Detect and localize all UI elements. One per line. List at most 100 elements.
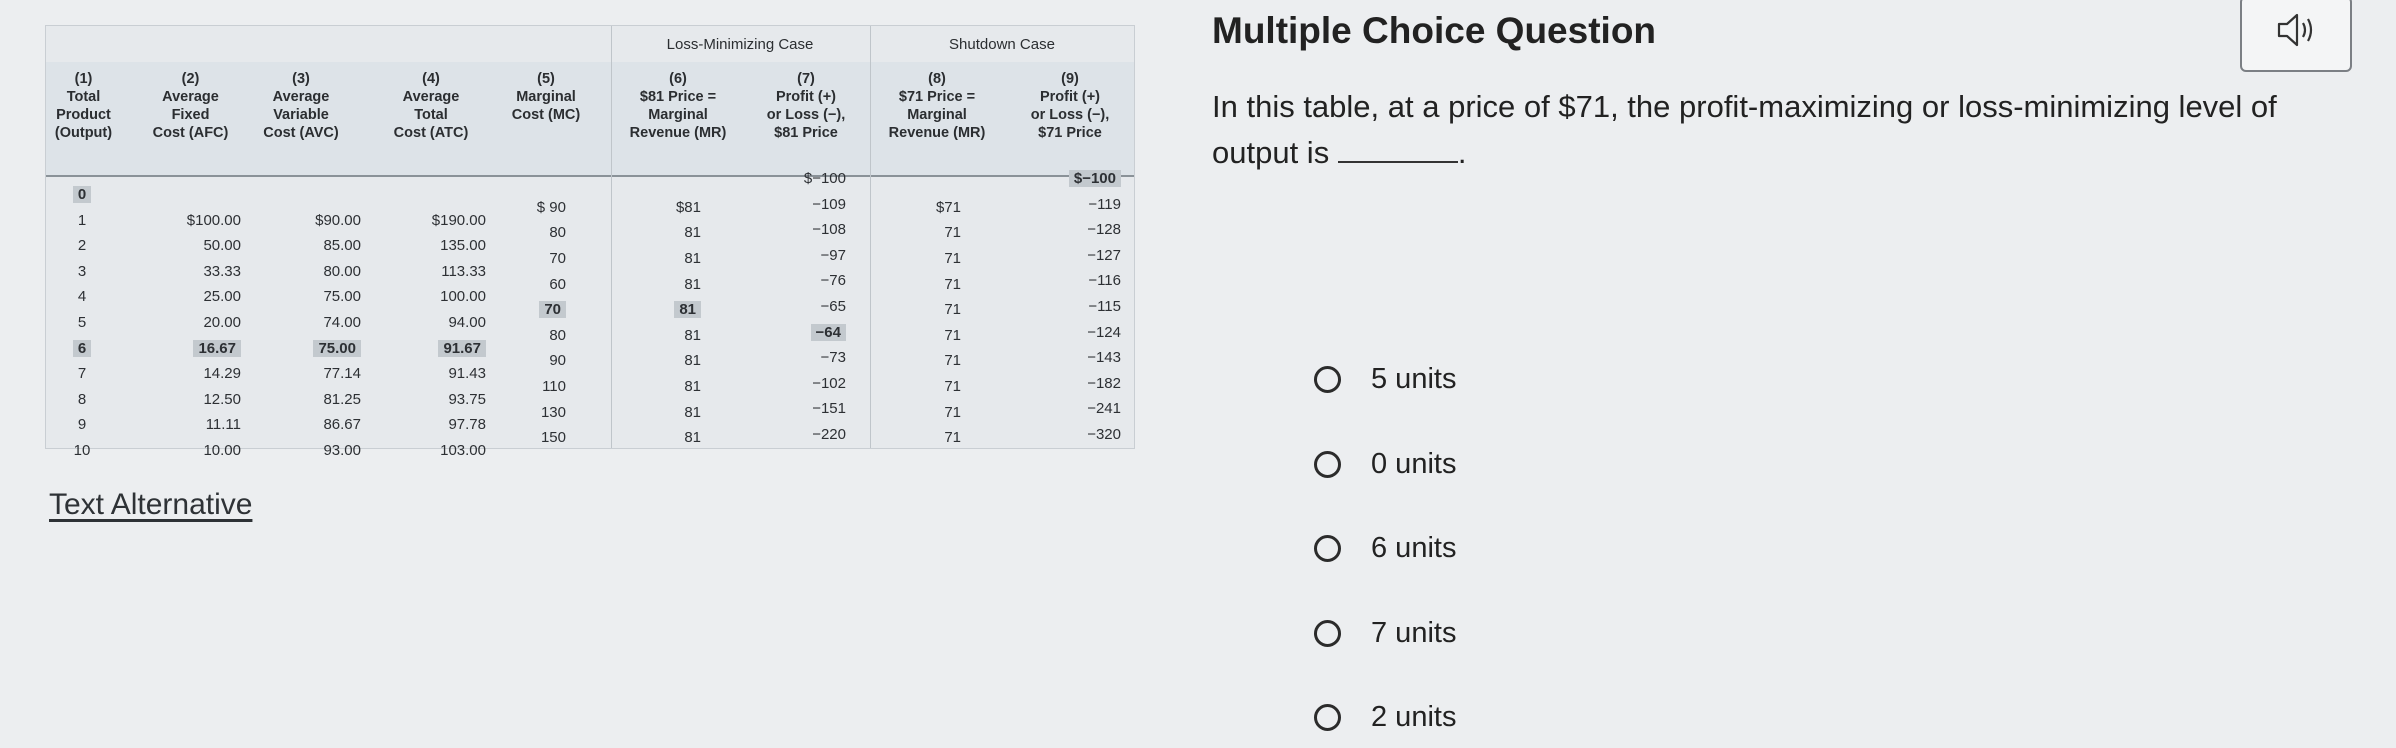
- cell-mr71: $71: [896, 199, 961, 216]
- header-col-5: (5) Marginal Cost (MC): [511, 71, 581, 123]
- cell-mr71-value: 71: [944, 250, 961, 267]
- cell-profit81: −109: [746, 196, 846, 213]
- table-group-header: Loss-Minimizing Case Shutdown Case: [46, 26, 1134, 62]
- option-2[interactable]: 0 units: [1314, 444, 1456, 484]
- cell-output: 1: [66, 212, 98, 229]
- cell-mr71: 71: [896, 301, 961, 318]
- cell-profit81: −108: [746, 221, 846, 238]
- cell-profit71-value: $−100: [1068, 170, 1121, 187]
- cell-avc-value: 81.25: [323, 390, 361, 408]
- option-1[interactable]: 5 units: [1314, 359, 1456, 399]
- cell-mr71: 71: [896, 327, 961, 344]
- cell-profit71-value: −128: [1087, 221, 1121, 239]
- cell-mc-value: 130: [540, 403, 566, 421]
- cell-afc-value: 25.00: [203, 288, 241, 306]
- cell-profit71-value: −116: [1088, 272, 1121, 290]
- cell-profit71: −182: [1006, 375, 1121, 392]
- cell-afc-value: 12.50: [203, 390, 241, 408]
- cell-profit71: −320: [1006, 426, 1121, 443]
- cell-atc: 91.43: [386, 365, 486, 382]
- cell-output-value: 3: [77, 262, 87, 280]
- option-3[interactable]: 6 units: [1314, 528, 1456, 568]
- cell-output-value: 2: [77, 237, 87, 255]
- cell-mr71: 71: [896, 378, 961, 395]
- cell-mc-value: 70: [549, 250, 566, 267]
- cell-profit81: −220: [746, 426, 846, 443]
- audio-button[interactable]: [2240, 0, 2352, 72]
- cell-afc: 16.67: [131, 339, 241, 357]
- cell-profit81-value: −151: [812, 400, 846, 418]
- cell-mc: 80: [496, 327, 566, 344]
- cell-mr81-value: 81: [684, 378, 701, 395]
- radio-circle-icon[interactable]: [1314, 534, 1341, 562]
- cell-output: 10: [66, 442, 98, 459]
- cell-output-value: 1: [77, 211, 87, 229]
- cell-output: 7: [66, 365, 98, 382]
- option-label: 6 units: [1371, 531, 1457, 564]
- radio-circle-icon[interactable]: [1314, 619, 1341, 647]
- cell-output: 4: [66, 288, 98, 305]
- cell-mr71: 71: [896, 276, 961, 293]
- question-tail: .: [1457, 135, 1467, 170]
- cell-output: 9: [66, 416, 98, 433]
- radio-circle-icon[interactable]: [1314, 703, 1341, 731]
- cell-profit81-value: −64: [810, 323, 846, 341]
- option-5[interactable]: 2 units: [1314, 697, 1456, 737]
- cell-output: 6: [66, 339, 98, 357]
- option-label: 0 units: [1371, 447, 1457, 480]
- cell-profit81: −102: [746, 375, 846, 392]
- cell-profit81-value: −97: [820, 246, 846, 264]
- cell-profit71: −143: [1006, 349, 1121, 366]
- cell-mc: 80: [496, 224, 566, 241]
- group-shutdown: Shutdown Case: [949, 36, 1055, 53]
- cell-avc-value: 75.00: [313, 339, 361, 357]
- cell-atc-value: $190.00: [431, 211, 486, 229]
- cell-mr71-value: 71: [944, 224, 961, 242]
- cell-atc: 103.00: [386, 442, 486, 459]
- cell-avc-value: 85.00: [323, 237, 361, 255]
- cell-avc-value: 75.00: [323, 288, 361, 306]
- cell-afc: 25.00: [131, 288, 241, 305]
- cell-atc: 113.33: [386, 263, 486, 280]
- cell-profit71-value: −241: [1087, 400, 1121, 418]
- cell-afc: 20.00: [131, 314, 241, 331]
- cell-mr71-value: 71: [944, 301, 961, 319]
- cell-atc: $190.00: [386, 212, 486, 229]
- cell-atc: 91.67: [386, 339, 486, 357]
- text-alternative-link[interactable]: Text Alternative: [49, 488, 252, 522]
- cell-avc: 93.00: [261, 442, 361, 459]
- cell-profit81-value: −65: [820, 298, 846, 315]
- radio-circle-icon[interactable]: [1314, 365, 1341, 393]
- cell-avc: 85.00: [261, 237, 361, 254]
- option-4[interactable]: 7 units: [1314, 613, 1456, 653]
- cell-profit81-value: −73: [820, 349, 846, 367]
- cell-atc-value: 93.75: [448, 390, 486, 408]
- cell-avc: 86.67: [261, 416, 361, 433]
- cell-atc: 94.00: [386, 314, 486, 331]
- cell-afc-value: 16.67: [193, 339, 241, 357]
- cell-afc-value: 10.00: [203, 442, 241, 459]
- cell-atc: 135.00: [386, 237, 486, 254]
- cell-profit71: −116: [1006, 272, 1121, 289]
- cell-afc: $100.00: [131, 212, 241, 229]
- cell-mr81-value: 81: [684, 326, 701, 344]
- cell-mr81-value: $81: [675, 198, 701, 216]
- cell-profit71: −115: [1006, 298, 1121, 315]
- cell-afc: 50.00: [131, 237, 241, 254]
- cell-mc-value: 80: [549, 224, 566, 242]
- cell-mr81: 81: [636, 352, 701, 369]
- cell-atc-value: 97.78: [448, 416, 486, 434]
- cell-avc: 75.00: [261, 339, 361, 357]
- cell-avc: 81.25: [261, 391, 361, 408]
- cell-mr71: 71: [896, 352, 961, 369]
- cell-mr81: $81: [636, 199, 701, 216]
- cell-mc-value: 70: [539, 301, 566, 319]
- cell-avc-value: 80.00: [323, 262, 361, 280]
- cell-mc: 150: [496, 429, 566, 446]
- header-col-2: (2) Average Fixed Cost (AFC): [152, 71, 229, 141]
- cell-mc-value: $ 90: [536, 198, 566, 216]
- cell-profit71-value: −115: [1088, 298, 1121, 315]
- cell-mc: 130: [496, 404, 566, 421]
- radio-circle-icon[interactable]: [1314, 450, 1341, 478]
- cell-mr71-value: 71: [944, 352, 961, 370]
